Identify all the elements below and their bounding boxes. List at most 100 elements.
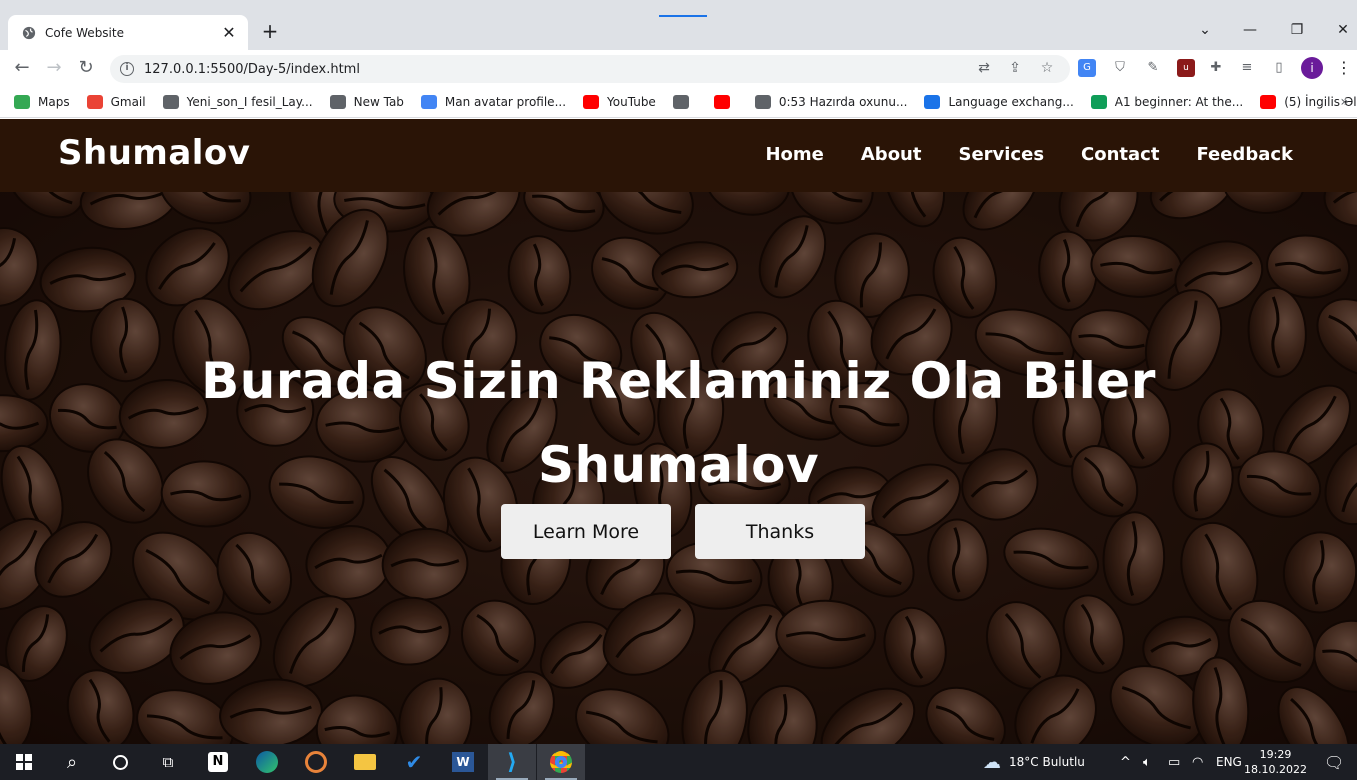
learn-more-button[interactable]: Learn More — [501, 504, 671, 559]
tab-title: Cofe Website — [45, 25, 124, 40]
battery-icon[interactable]: ▭ — [1168, 744, 1180, 780]
thanks-button[interactable]: Thanks — [695, 504, 865, 559]
bookmark-favicon-icon — [420, 95, 437, 109]
reload-button[interactable]: ↻ — [74, 56, 98, 80]
browser-toolbar: ← → ↻ i 127.0.0.1:5500/Day-5/index.html … — [0, 50, 1357, 87]
bookmark-label: Gmail — [110, 95, 146, 109]
bookmark-favicon-icon — [672, 95, 689, 109]
bookmark-item[interactable]: Maps — [14, 95, 70, 109]
nav-home[interactable]: Home — [765, 144, 823, 165]
share-icon[interactable]: ⇪ — [1006, 59, 1024, 77]
minimize-button[interactable]: — — [1238, 18, 1262, 42]
bookmark-item[interactable]: 0:53 Hazırda oxunu... — [754, 95, 908, 109]
new-tab-button[interactable]: + — [260, 20, 280, 42]
close-window-button[interactable]: ✕ — [1331, 18, 1355, 42]
hero-headline-line1: Burada Sizin Reklaminiz Ola Biler — [201, 352, 1156, 410]
weather-text: 18°C Bulutlu — [1009, 755, 1085, 769]
chrome-app-icon[interactable] — [537, 744, 585, 780]
task-view-icon[interactable]: ⧉ — [144, 744, 192, 780]
bookmark-item[interactable]: YouTube — [583, 95, 656, 109]
shield-extension-icon[interactable]: ⛉ — [1111, 59, 1129, 77]
nav-contact[interactable]: Contact — [1081, 144, 1159, 165]
info-icon[interactable]: i — [120, 62, 134, 76]
bookmark-item[interactable]: A1 beginner: At the... — [1090, 95, 1244, 109]
bookmark-item[interactable]: Language exchang... — [924, 95, 1074, 109]
nav-services[interactable]: Services — [958, 144, 1044, 165]
search-icon[interactable]: ⌕ — [48, 744, 96, 780]
notification-icon[interactable]: 🗨︎ — [1324, 744, 1344, 780]
site-menu: Home About Services Contact Feedback — [728, 144, 1293, 165]
tab-indicator — [659, 15, 707, 17]
browser-tab[interactable]: Cofe Website ✕ — [8, 15, 248, 50]
back-button[interactable]: ← — [10, 56, 34, 80]
bookmark-favicon-icon — [583, 95, 600, 109]
url-text: 127.0.0.1:5500/Day-5/index.html — [144, 61, 360, 77]
bookmark-label: 0:53 Hazırda oxunu... — [778, 95, 908, 109]
vscode-app-icon[interactable]: ⟩ — [488, 744, 536, 780]
bookmark-item[interactable] — [672, 95, 697, 109]
side-panel-icon[interactable]: ▯ — [1270, 59, 1288, 77]
web-page: Shumalov Home About Services Contact Fee… — [0, 119, 1357, 744]
bookmark-favicon-icon — [754, 95, 771, 109]
bookmark-item[interactable]: New Tab — [329, 95, 404, 109]
extensions-puzzle-icon[interactable]: ✚ — [1207, 59, 1225, 77]
bookmark-item[interactable] — [713, 95, 738, 109]
language-indicator[interactable]: ENG — [1216, 744, 1242, 780]
clock-time: 19:29 — [1259, 748, 1292, 761]
site-logo[interactable]: Shumalov — [58, 133, 250, 173]
bookmark-star-icon[interactable]: ☆ — [1038, 59, 1056, 77]
bookmark-favicon-icon — [14, 95, 30, 109]
profile-avatar-icon[interactable]: i — [1301, 57, 1323, 79]
windows-taskbar: ⌕ ⧉ N ✔ W ⟩ ☁ 18°C Bulutlu ^ 🔈︎ ▭ ◠ ENG … — [0, 744, 1357, 780]
bookmark-favicon-icon — [1260, 95, 1277, 109]
bookmark-favicon-icon — [329, 95, 346, 109]
restore-button[interactable]: ❐ — [1285, 18, 1309, 42]
bookmark-favicon-icon — [713, 95, 730, 109]
google-translate-extension-icon[interactable]: G — [1078, 59, 1096, 77]
notion-app-icon[interactable]: N — [194, 744, 242, 780]
edge-browser-icon[interactable] — [243, 744, 291, 780]
bookmark-favicon-icon — [162, 95, 179, 109]
nav-feedback[interactable]: Feedback — [1196, 144, 1293, 165]
bookmark-favicon-icon — [924, 95, 941, 109]
wifi-icon[interactable]: ◠ — [1192, 744, 1203, 780]
forward-button[interactable]: → — [42, 56, 66, 80]
todo-app-icon[interactable]: ✔ — [390, 744, 438, 780]
windows-start-icon[interactable] — [0, 744, 48, 780]
bookmark-label: Yeni_son_I fesil_Lay... — [186, 95, 313, 109]
nav-about[interactable]: About — [861, 144, 922, 165]
cloud-icon: ☁ — [983, 751, 1001, 773]
reading-list-icon[interactable]: ≡ — [1238, 59, 1256, 77]
site-navbar: Shumalov Home About Services Contact Fee… — [0, 119, 1357, 192]
bookmarks-overflow-button[interactable]: » — [1340, 94, 1349, 110]
file-explorer-icon[interactable] — [341, 744, 389, 780]
bookmarks-bar: Maps Gmail Yeni_son_I fesil_Lay... New Tab M… — [0, 87, 1357, 118]
tab-search-icon[interactable]: ⌄ — [1193, 18, 1217, 42]
bookmark-item[interactable]: Gmail — [86, 95, 146, 109]
kebab-menu-icon[interactable]: ⋮ — [1335, 59, 1353, 77]
bookmark-label: Maps — [38, 95, 70, 109]
tray-overflow-icon[interactable]: ^ — [1120, 744, 1131, 780]
globe-icon — [22, 26, 36, 39]
eyedropper-extension-icon[interactable]: ✎ — [1144, 59, 1162, 77]
close-tab-icon[interactable]: ✕ — [220, 23, 238, 42]
bookmark-label: New Tab — [353, 95, 404, 109]
weather-widget[interactable]: ☁ 18°C Bulutlu — [983, 744, 1085, 780]
cortana-icon[interactable] — [96, 744, 144, 780]
word-app-icon[interactable]: W — [439, 744, 487, 780]
bookmark-favicon-icon — [1090, 95, 1107, 109]
bookmark-label: A1 beginner: At the... — [1114, 95, 1244, 109]
ublock-extension-icon[interactable]: u — [1177, 59, 1195, 77]
volume-icon[interactable]: 🔈︎ — [1143, 744, 1151, 780]
system-clock[interactable]: 19:29 18.10.2022 — [1244, 747, 1307, 777]
media-player-icon[interactable] — [292, 744, 340, 780]
address-bar[interactable]: i 127.0.0.1:5500/Day-5/index.html — [110, 55, 1070, 83]
bookmark-label: Language exchang... — [948, 95, 1074, 109]
hero-headline: Burada Sizin Reklaminiz Ola Biler Shumal… — [0, 339, 1357, 507]
translate-icon[interactable]: ⇄ — [975, 59, 993, 77]
bookmark-item[interactable]: Yeni_son_I fesil_Lay... — [162, 95, 313, 109]
bookmark-item[interactable]: Man avatar profile... — [420, 95, 567, 109]
bookmark-favicon-icon — [86, 95, 103, 109]
bookmark-label: Man avatar profile... — [444, 95, 567, 109]
clock-date: 18.10.2022 — [1244, 763, 1307, 776]
